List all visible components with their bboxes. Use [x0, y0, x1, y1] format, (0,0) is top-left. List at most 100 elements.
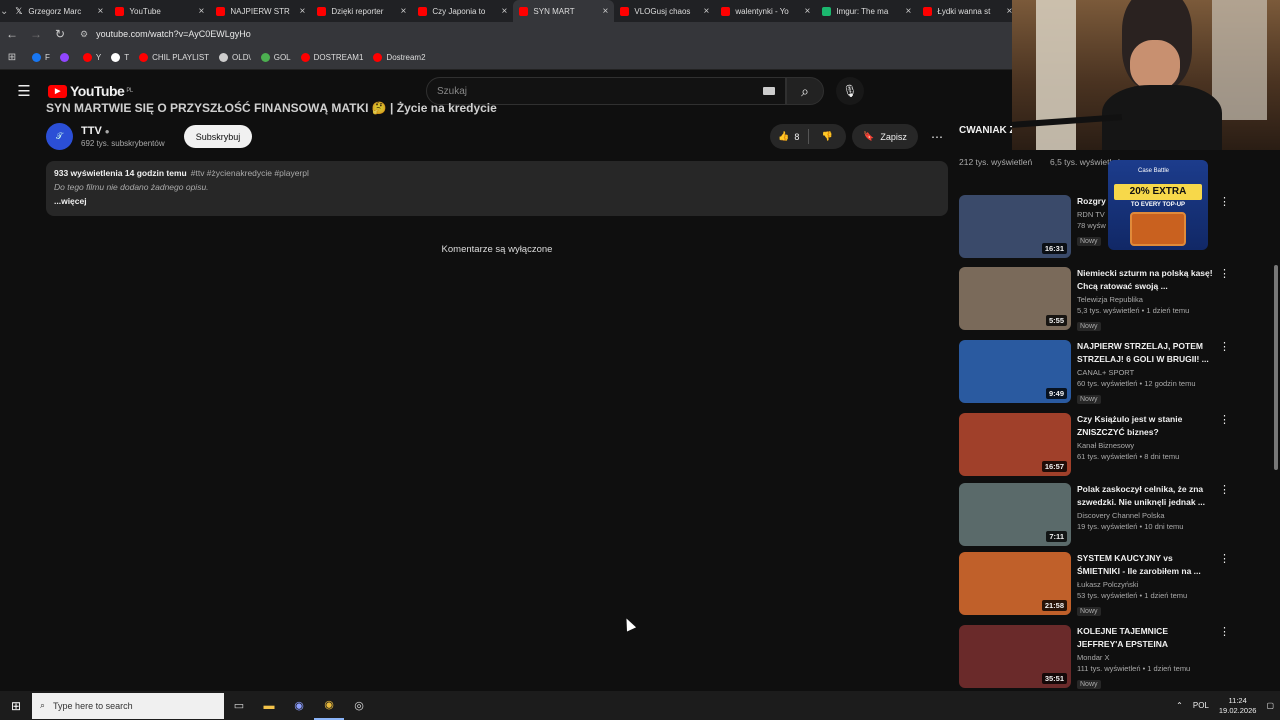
more-options-icon[interactable]: ⋮ — [1219, 413, 1230, 426]
video-thumbnail[interactable]: 9:49 — [959, 340, 1071, 403]
bookmark-item[interactable]: GOL — [260, 53, 291, 62]
browser-tab[interactable]: Imgur: The ma × — [816, 0, 917, 22]
more-options-icon[interactable]: ⋮ — [1219, 267, 1230, 280]
keyboard-icon[interactable] — [763, 87, 775, 95]
site-info-icon[interactable]: ⚙ — [80, 29, 88, 40]
browser-tab[interactable]: walentynki - Yo × — [715, 0, 816, 22]
dislike-button[interactable]: 👎 — [809, 131, 847, 142]
rec-channel[interactable]: Łukasz Polczyński — [1077, 580, 1215, 589]
ad-overlay[interactable]: Case Battle 20% EXTRA TO EVERY TOP-UP — [1108, 160, 1208, 250]
rec-title[interactable]: KOLEJNE TAJEMNICE JEFFREY'A EPSTEINA — [1077, 625, 1215, 651]
more-options-icon[interactable]: ⋮ — [1219, 340, 1230, 353]
close-tab-icon[interactable]: × — [704, 6, 710, 17]
file-explorer-icon[interactable]: ▬ — [254, 691, 284, 720]
forward-button[interactable]: → — [24, 27, 48, 41]
windows-start-icon[interactable]: ⊞ — [0, 699, 32, 713]
voice-search-button[interactable]: 🎙 — [836, 77, 864, 105]
recommendation-item[interactable]: 7:11 Polak zaskoczył celnika, że zna szwe… — [959, 483, 1269, 548]
rec-channel[interactable]: Mondar X — [1077, 653, 1215, 662]
rec-title[interactable]: Polak zaskoczył celnika, że zna szwedzki… — [1077, 483, 1215, 509]
subscribe-button[interactable]: Subskrybuj — [184, 125, 252, 148]
bookmark-item[interactable]: F — [32, 53, 50, 62]
rec-channel[interactable]: Telewizja Republika — [1077, 295, 1215, 304]
reload-button[interactable]: ↻ — [48, 27, 72, 41]
bookmark-item[interactable]: Y — [82, 53, 101, 62]
close-tab-icon[interactable]: × — [401, 6, 407, 17]
browser-tab[interactable]: Czy Japonia to × — [412, 0, 513, 22]
video-thumbnail[interactable]: 35:51 — [959, 625, 1071, 688]
hashtags[interactable]: #ttv #życienakredycie #playerpl — [191, 168, 309, 178]
bookmark-item[interactable]: DOSTREAM1 — [300, 53, 363, 62]
chrome-icon[interactable]: ◉ — [314, 691, 344, 720]
video-thumbnail[interactable]: 16:57 — [959, 413, 1071, 476]
close-tab-icon[interactable]: × — [906, 6, 912, 17]
channel-avatar[interactable]: 𝒯 — [46, 123, 73, 150]
recommendation-item[interactable]: 35:51 KOLEJNE TAJEMNICE JEFFREY'A EPSTEIN… — [959, 625, 1269, 690]
rec-views: 19 tys. wyświetleń • 10 dni temu — [1077, 522, 1184, 531]
more-options-icon[interactable]: ⋮ — [1219, 625, 1230, 638]
rec-channel[interactable]: Discovery Channel Polska — [1077, 511, 1215, 520]
close-tab-icon[interactable]: × — [98, 6, 104, 17]
subscriber-count: 692 tys. subskrybentów — [81, 139, 165, 148]
taskbar-search-input[interactable]: ⌕ Type here to search — [32, 692, 224, 719]
task-view-icon[interactable]: ▭ — [224, 691, 254, 720]
language-indicator[interactable]: POL — [1193, 701, 1209, 710]
rec-title[interactable]: NAJPIERW STRZELAJ, POTEM STRZELAJ! 6 GOL… — [1077, 340, 1215, 366]
rec-channel[interactable]: Kanał Biznesowy — [1077, 441, 1215, 450]
close-tab-icon[interactable]: × — [502, 6, 508, 17]
bookmark-item[interactable] — [59, 53, 73, 62]
tab-search-button[interactable]: ⌄ — [0, 0, 8, 22]
rec-channel[interactable]: CANAL+ SPORT — [1077, 368, 1215, 377]
recommendation-item[interactable]: 21:58 SYSTEM KAUCYJNY vs ŚMIETNIKI - Ile … — [959, 552, 1269, 617]
bookmark-item[interactable]: CHIL PLAYLIST — [139, 53, 209, 62]
recommendation-item[interactable]: 5:55 Niemiecki szturm na polską kasę! Chc… — [959, 267, 1269, 332]
more-options-icon[interactable]: ⋮ — [1219, 483, 1230, 496]
browser-tab[interactable]: YouTube × — [109, 0, 210, 22]
clock[interactable]: 11:24 19.02.2026 — [1219, 696, 1257, 716]
bookmark-item[interactable]: OLD\ — [219, 53, 251, 62]
close-tab-icon[interactable]: × — [300, 6, 306, 17]
more-options-icon[interactable]: ⋮ — [1219, 552, 1230, 565]
like-button[interactable]: 👍 8 — [770, 131, 808, 142]
browser-tab[interactable]: NAJPIERW STR × — [210, 0, 311, 22]
close-tab-icon[interactable]: × — [603, 6, 609, 17]
more-options-icon[interactable]: ⋮ — [1219, 195, 1230, 208]
page-scrollbar[interactable] — [1274, 265, 1278, 470]
apps-icon[interactable]: ⊞ — [0, 52, 24, 63]
video-thumbnail[interactable]: 5:55 — [959, 267, 1071, 330]
chevron-up-icon[interactable]: ⌃ — [1176, 701, 1183, 710]
address-bar: ← → ↻ ⚙ youtube.com/watch?v=AyC0EWLgyHo — [0, 22, 1012, 46]
rec-title[interactable]: Czy Książulo jest w stanie ZNISZCZYĆ biz… — [1077, 413, 1215, 439]
browser-tab[interactable]: 𝕏 Grzegorz Marc × — [8, 0, 109, 22]
video-thumbnail[interactable]: 7:11 — [959, 483, 1071, 546]
notifications-icon[interactable]: ▢ — [1266, 701, 1274, 710]
close-tab-icon[interactable]: × — [199, 6, 205, 17]
bookmark-item[interactable]: Dostream2 — [373, 53, 426, 62]
channel-name[interactable]: TTV — [81, 125, 102, 137]
menu-icon[interactable]: ☰ — [0, 82, 48, 100]
browser-tab[interactable]: VLOGusj chaos × — [614, 0, 715, 22]
description-box[interactable]: 933 wyświetlenia 14 godzin temu #ttv #życ… — [46, 161, 948, 216]
url-field[interactable]: ⚙ youtube.com/watch?v=AyC0EWLgyHo — [80, 29, 251, 40]
close-tab-icon[interactable]: × — [805, 6, 811, 17]
recommendation-item[interactable]: 9:49 NAJPIERW STRZELAJ, POTEM STRZELAJ! 6… — [959, 340, 1269, 405]
back-button[interactable]: ← — [0, 27, 24, 41]
show-more-button[interactable]: ...więcej — [54, 196, 940, 206]
browser-tab[interactable]: Łydki wanna st × — [917, 0, 1018, 22]
rec-title[interactable]: Niemiecki szturm na polską kasę! Chcą ra… — [1077, 267, 1215, 293]
webcam-window-2 — [1212, 0, 1267, 120]
more-actions-icon[interactable]: ⋯ — [926, 124, 948, 149]
search-button[interactable]: ⌕ — [786, 77, 824, 105]
obs-icon[interactable]: ◎ — [344, 691, 374, 720]
rec-title[interactable]: SYSTEM KAUCYJNY vs ŚMIETNIKI - Ile zarob… — [1077, 552, 1215, 578]
video-thumbnail[interactable]: 16:31 — [959, 195, 1071, 258]
recommendation-item[interactable]: 16:57 Czy Książulo jest w stanie ZNISZCZY… — [959, 413, 1269, 478]
browser-tab[interactable]: SYN MART × — [513, 0, 615, 22]
bookmark-item[interactable]: T — [111, 53, 129, 62]
video-thumbnail[interactable]: 21:58 — [959, 552, 1071, 615]
discord-icon[interactable]: ◉ — [284, 691, 314, 720]
save-button[interactable]: 🔖 Zapisz — [852, 124, 918, 149]
video-duration: 16:57 — [1041, 461, 1067, 472]
youtube-logo[interactable]: ▶ YouTube PL — [48, 83, 133, 99]
browser-tab[interactable]: Dzięki reporter × — [311, 0, 412, 22]
